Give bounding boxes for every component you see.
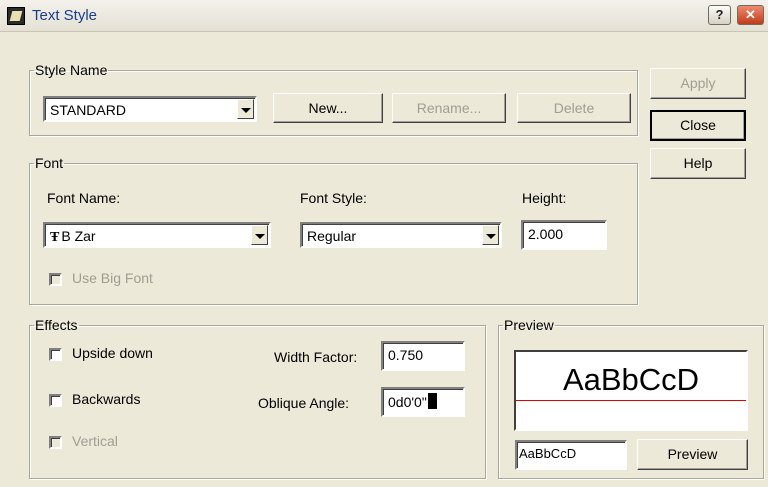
chevron-down-icon[interactable] <box>251 225 268 245</box>
vertical-checkbox[interactable] <box>49 436 62 449</box>
width-factor-input[interactable]: 0.750 <box>381 341 465 371</box>
font-style-value: Regular <box>307 228 357 244</box>
delete-button[interactable]: Delete <box>517 93 631 123</box>
help-button[interactable]: Help <box>650 148 746 179</box>
preview-legend: Preview <box>504 317 554 333</box>
preview-text-input[interactable]: AaBbCcD <box>515 440 627 470</box>
help-question-button[interactable]: ? <box>708 5 731 25</box>
close-button[interactable]: Close <box>650 110 746 141</box>
preview-button[interactable]: Preview <box>637 439 748 470</box>
preview-sample-text: AaBbCcD <box>562 362 700 397</box>
upside-down-checkbox[interactable] <box>49 348 62 361</box>
text-cursor <box>427 393 437 409</box>
font-name-dropdown[interactable]: ŦB Zar <box>43 222 271 248</box>
truetype-font-icon: Ŧ <box>50 230 60 245</box>
oblique-angle-input[interactable]: 0d0'0" <box>381 387 465 417</box>
window-title: Text Style <box>32 7 98 24</box>
preview-canvas: AaBbCcD <box>514 350 748 431</box>
oblique-angle-value: 0d0'0" <box>388 394 427 410</box>
vertical-label: Vertical <box>72 433 118 449</box>
font-style-label: Font Style: <box>300 190 367 206</box>
font-name-label: Font Name: <box>47 190 121 206</box>
apply-button[interactable]: Apply <box>650 68 746 99</box>
app-icon <box>7 7 25 25</box>
new-button[interactable]: New... <box>273 93 383 123</box>
height-input[interactable]: 2.000 <box>521 220 607 250</box>
style-name-dropdown[interactable]: STANDARD <box>43 96 257 122</box>
width-factor-label: Width Factor: <box>274 349 358 365</box>
backwards-label: Backwards <box>72 391 141 407</box>
close-window-button[interactable]: ✕ <box>737 5 764 25</box>
use-big-font-checkbox[interactable] <box>49 273 62 286</box>
font-name-value: B Zar <box>61 228 96 244</box>
effects-legend: Effects <box>35 317 78 333</box>
chevron-down-icon[interactable] <box>482 225 499 245</box>
use-big-font-label: Use Big Font <box>72 270 153 286</box>
backwards-checkbox[interactable] <box>49 394 62 407</box>
chevron-down-icon[interactable] <box>237 99 254 119</box>
font-style-dropdown[interactable]: Regular <box>300 222 502 248</box>
rename-button[interactable]: Rename... <box>392 93 506 123</box>
font-legend: Font <box>35 155 64 171</box>
preview-baseline <box>516 400 746 401</box>
upside-down-label: Upside down <box>72 345 153 361</box>
style-name-value: STANDARD <box>50 102 126 118</box>
height-label: Height: <box>522 190 567 206</box>
title-bar: Text Style ? ✕ <box>0 0 768 32</box>
oblique-angle-label: Oblique Angle: <box>258 395 350 411</box>
style-name-legend: Style Name <box>35 62 108 78</box>
